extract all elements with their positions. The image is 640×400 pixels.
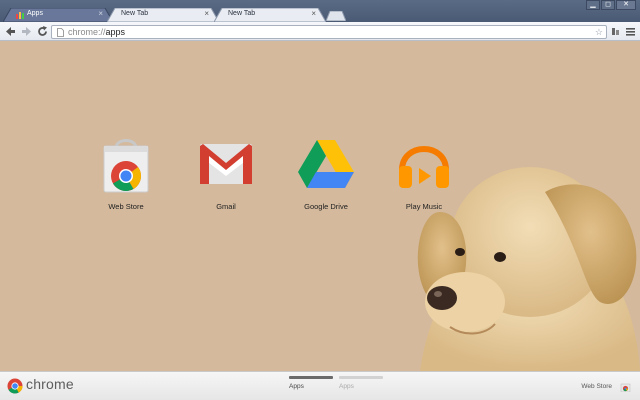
chrome-logo-icon xyxy=(7,378,23,394)
app-label: Play Music xyxy=(405,202,443,211)
omnibox-url[interactable]: chrome://apps xyxy=(68,27,125,38)
omnibox[interactable]: chrome://apps ☆ xyxy=(51,25,607,39)
page-indicator-bar xyxy=(289,376,333,379)
tab-strip: Apps × New Tab × New Tab × ▁ ◻ ✕ xyxy=(0,0,640,22)
page-switcher-label: Apps xyxy=(289,383,304,390)
maximize-button[interactable]: ◻ xyxy=(601,0,615,10)
menu-icon[interactable] xyxy=(624,25,637,38)
app-label: Google Drive xyxy=(304,202,348,211)
apps-grid-icon xyxy=(16,12,24,19)
tab-new-tab[interactable]: New Tab × xyxy=(214,8,326,22)
web-store-link[interactable]: Web Store xyxy=(581,383,612,390)
page-switcher-apps[interactable]: Apps xyxy=(289,376,333,390)
google-drive-icon xyxy=(298,140,354,188)
app-gmail[interactable]: Gmail xyxy=(186,134,266,211)
apps-page: Web Store Gmail Google Drive Play Music xyxy=(0,42,640,371)
app-google-drive[interactable]: Google Drive xyxy=(286,134,366,211)
ntp-footer: chrome Apps Apps Web Store xyxy=(0,371,640,400)
back-icon[interactable] xyxy=(4,25,17,38)
toolbar: chrome://apps ☆ xyxy=(0,22,640,41)
tab-title: Apps xyxy=(27,10,43,17)
page-switcher-label: Apps xyxy=(339,383,354,390)
url-host: apps xyxy=(105,27,126,37)
tab-apps[interactable]: Apps × xyxy=(3,8,113,22)
web-store-mini-icon[interactable] xyxy=(620,381,631,392)
chrome-brand: chrome xyxy=(26,376,74,392)
tab-new-tab[interactable]: New Tab × xyxy=(107,8,219,22)
tab-close-icon[interactable]: × xyxy=(204,9,209,18)
url-scheme: chrome:// xyxy=(68,27,106,37)
window-controls: ▁ ◻ ✕ xyxy=(585,0,636,12)
play-music-icon xyxy=(399,146,449,188)
page-indicator-bar xyxy=(339,376,383,379)
web-store-icon xyxy=(103,139,149,193)
reload-icon[interactable] xyxy=(36,25,49,38)
page-switcher-apps-2[interactable]: Apps xyxy=(339,376,383,390)
page-icon xyxy=(57,28,64,37)
forward-icon[interactable] xyxy=(20,25,33,38)
tab-close-icon[interactable]: × xyxy=(311,9,316,18)
tab-close-icon[interactable]: × xyxy=(98,9,103,18)
tab-title: New Tab xyxy=(228,10,256,17)
minimize-button[interactable]: ▁ xyxy=(586,0,600,10)
app-label: Web Store xyxy=(108,202,144,211)
bookmark-star-icon[interactable]: ☆ xyxy=(595,27,603,38)
close-window-button[interactable]: ✕ xyxy=(616,0,636,10)
new-tab-button[interactable] xyxy=(326,11,346,21)
gmail-icon xyxy=(200,144,252,184)
tab-title: New Tab xyxy=(121,10,149,17)
extension-icon[interactable] xyxy=(609,25,622,38)
app-web-store[interactable]: Web Store xyxy=(86,134,166,211)
app-play-music[interactable]: Play Music xyxy=(384,134,464,211)
app-label: Gmail xyxy=(216,202,236,211)
